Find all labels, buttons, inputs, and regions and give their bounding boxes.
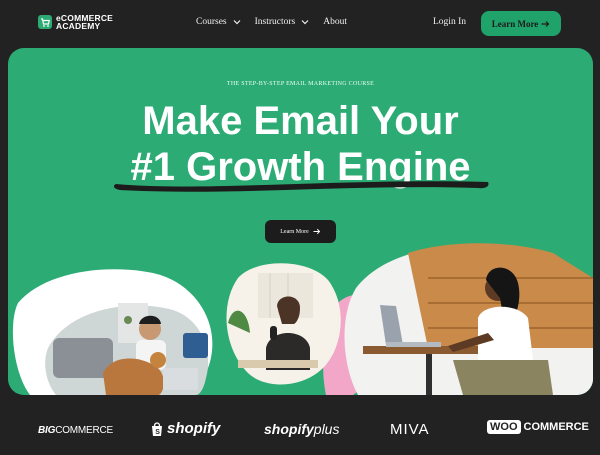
- chevron-down-icon: [233, 20, 241, 25]
- woo-badge: WOO: [487, 420, 521, 434]
- shopify-bag-icon: S: [152, 421, 162, 436]
- photo-woman-podcast: [226, 263, 341, 385]
- eyebrow-text: THE STEP-BY-STEP EMAIL MARKETING COURSE: [226, 81, 375, 87]
- nav-instructors-label: Instructors: [254, 17, 296, 27]
- shopify-text: shopify: [167, 420, 221, 437]
- learn-more-hero-label: Learn More: [280, 228, 309, 235]
- bigcommerce-big: BIG: [38, 425, 56, 436]
- woocommerce-logo: WOO COMMERCE: [487, 420, 589, 434]
- bigcommerce-rest: COMMERCE: [55, 425, 114, 436]
- miva-logo: MIVA: [390, 421, 430, 438]
- shopify-plus-logo: shopifyplus: [264, 421, 339, 437]
- arrow-right-icon: [313, 228, 320, 235]
- shopify-logo: S shopify: [150, 420, 220, 437]
- learn-more-nav-button[interactable]: Learn More: [481, 11, 561, 36]
- nav-about[interactable]: About: [323, 17, 347, 27]
- nav-courses[interactable]: Courses: [196, 17, 241, 27]
- nav-about-label: About: [323, 17, 348, 27]
- partner-logos: BIGCOMMERCE S shopify shopifyplus MIVA W…: [0, 405, 600, 455]
- chevron-down-icon: [301, 20, 309, 25]
- learn-more-nav-label: Learn More: [491, 18, 539, 29]
- shopify-plus-a: shopify: [264, 421, 314, 437]
- brush-underline: [113, 181, 489, 192]
- cart-icon: [38, 15, 52, 29]
- headline-line-1: Make Email Your: [142, 99, 459, 143]
- nav-courses-label: Courses: [196, 17, 227, 27]
- logo[interactable]: eCOMMERCE ACADEMY: [38, 14, 113, 30]
- bigcommerce-logo: BIGCOMMERCE: [38, 425, 113, 436]
- arrow-right-icon: [541, 20, 550, 27]
- top-nav: eCOMMERCE ACADEMY Courses Instructors Ab…: [0, 0, 600, 48]
- svg-text:S: S: [155, 429, 160, 436]
- shopify-plus-b: plus: [313, 421, 340, 437]
- woocommerce-text: COMMERCE: [523, 421, 589, 433]
- photo-woman-laptop: [344, 243, 593, 395]
- login-link[interactable]: Login In: [433, 17, 466, 27]
- nav-instructors[interactable]: Instructors: [255, 17, 310, 27]
- hero-section: THE STEP-BY-STEP EMAIL MARKETING COURSE …: [8, 48, 593, 395]
- logo-line-2: ACADEMY: [56, 21, 101, 31]
- nav-links: Courses Instructors About: [196, 17, 347, 27]
- learn-more-hero-button[interactable]: Learn More: [265, 220, 336, 243]
- logo-text: eCOMMERCE ACADEMY: [56, 14, 113, 31]
